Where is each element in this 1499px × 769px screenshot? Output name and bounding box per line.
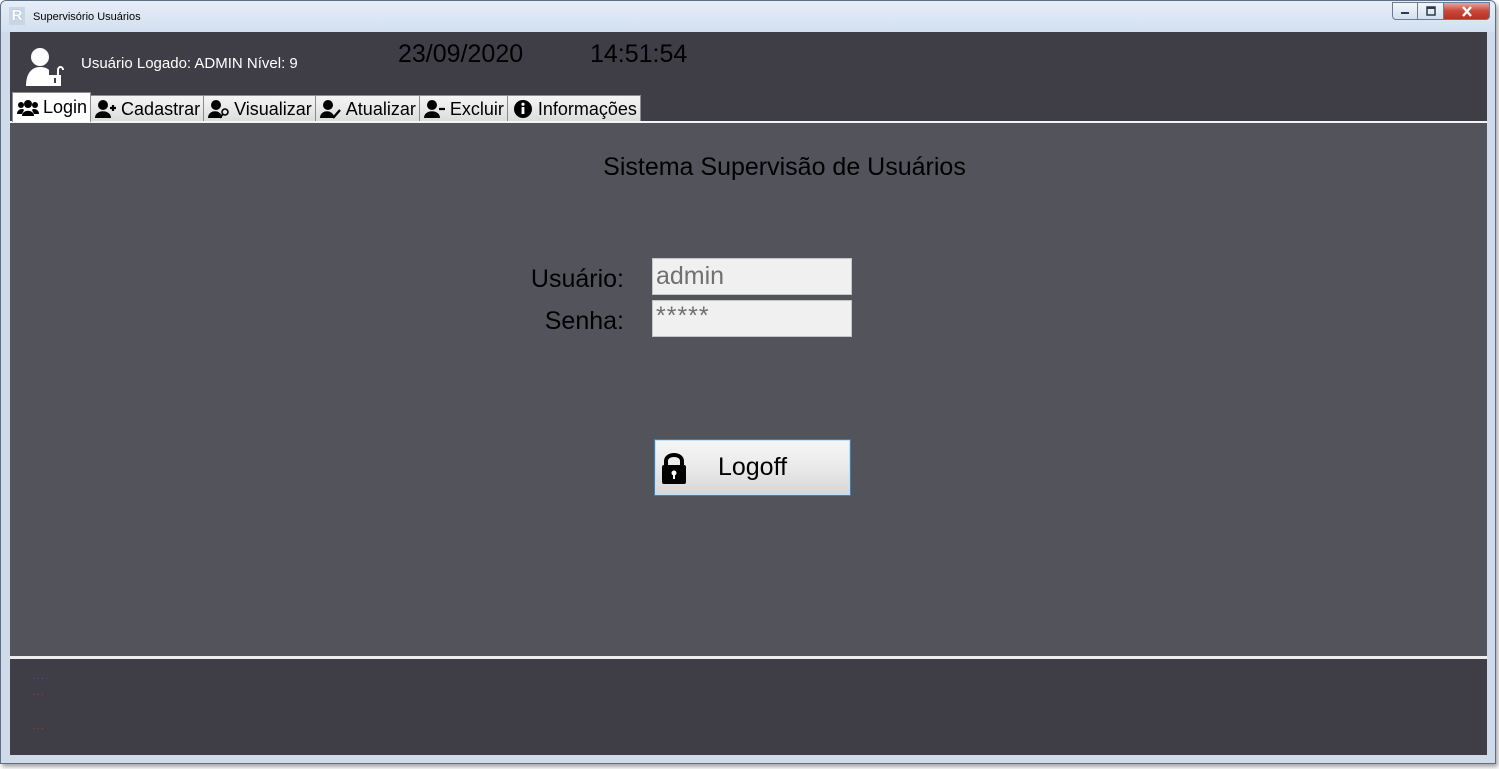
main-area: Usuário Logado: ADMIN Nível: 9 23/09/202… [10, 32, 1487, 755]
app-window: R Supervisório Usuários Usuário Logado: … [0, 0, 1496, 764]
info-icon [513, 100, 532, 118]
window-title: Supervisório Usuários [33, 11, 141, 23]
tab-atualizar[interactable]: Atualizar [314, 95, 420, 122]
tab-bar: Login Cadastrar Visualizar Atualizar Exc… [12, 92, 641, 122]
status-marker: ... [32, 690, 45, 698]
user-unlock-icon [26, 48, 64, 86]
username-field[interactable]: admin [652, 258, 852, 295]
tab-informacoes-label: Informações [537, 98, 637, 119]
tab-cadastrar-label: Cadastrar [121, 98, 201, 119]
user-search-icon [208, 100, 229, 119]
logoff-button[interactable]: Logoff [654, 439, 851, 496]
tab-cadastrar[interactable]: Cadastrar [90, 95, 205, 122]
page-title: Sistema Supervisão de Usuários [603, 153, 966, 181]
user-remove-icon [423, 100, 445, 118]
logged-user-label: Usuário Logado: ADMIN Nível: 9 [81, 55, 298, 72]
tab-excluir-label: Excluir [449, 98, 504, 119]
password-label: Senha: [544, 307, 624, 335]
tab-login[interactable]: Login [12, 92, 92, 122]
current-date: 23/09/2020 [398, 40, 524, 68]
user-edit-icon [319, 100, 341, 119]
tab-login-label: Login [43, 97, 88, 117]
status-area: .... ... ... [10, 659, 1487, 755]
minimize-button[interactable] [1392, 2, 1418, 20]
current-time: 14:51:54 [590, 40, 688, 68]
minimize-icon [1401, 12, 1409, 14]
maximize-button[interactable] [1418, 2, 1444, 20]
username-label: Usuário: [530, 265, 624, 293]
tab-visualizar[interactable]: Visualizar [203, 95, 316, 122]
tab-informacoes[interactable]: Informações [506, 95, 641, 122]
close-icon [1461, 5, 1472, 17]
window-controls [1392, 2, 1490, 20]
title-bar[interactable]: R Supervisório Usuários [1, 1, 1495, 32]
login-panel: Sistema Supervisão de Usuários Usuário: … [10, 123, 1487, 657]
tab-atualizar-label: Atualizar [345, 98, 416, 119]
maximize-icon [1425, 6, 1436, 16]
password-field[interactable]: ***** [652, 300, 852, 337]
app-icon: R [9, 7, 25, 25]
tab-visualizar-label: Visualizar [234, 98, 312, 119]
logoff-label: Logoff [717, 453, 788, 481]
user-add-icon [95, 100, 117, 118]
close-button[interactable] [1444, 2, 1490, 20]
status-marker: .... [32, 674, 49, 682]
tab-excluir[interactable]: Excluir [418, 95, 508, 122]
status-marker: ... [32, 724, 45, 732]
users-icon [17, 99, 39, 116]
